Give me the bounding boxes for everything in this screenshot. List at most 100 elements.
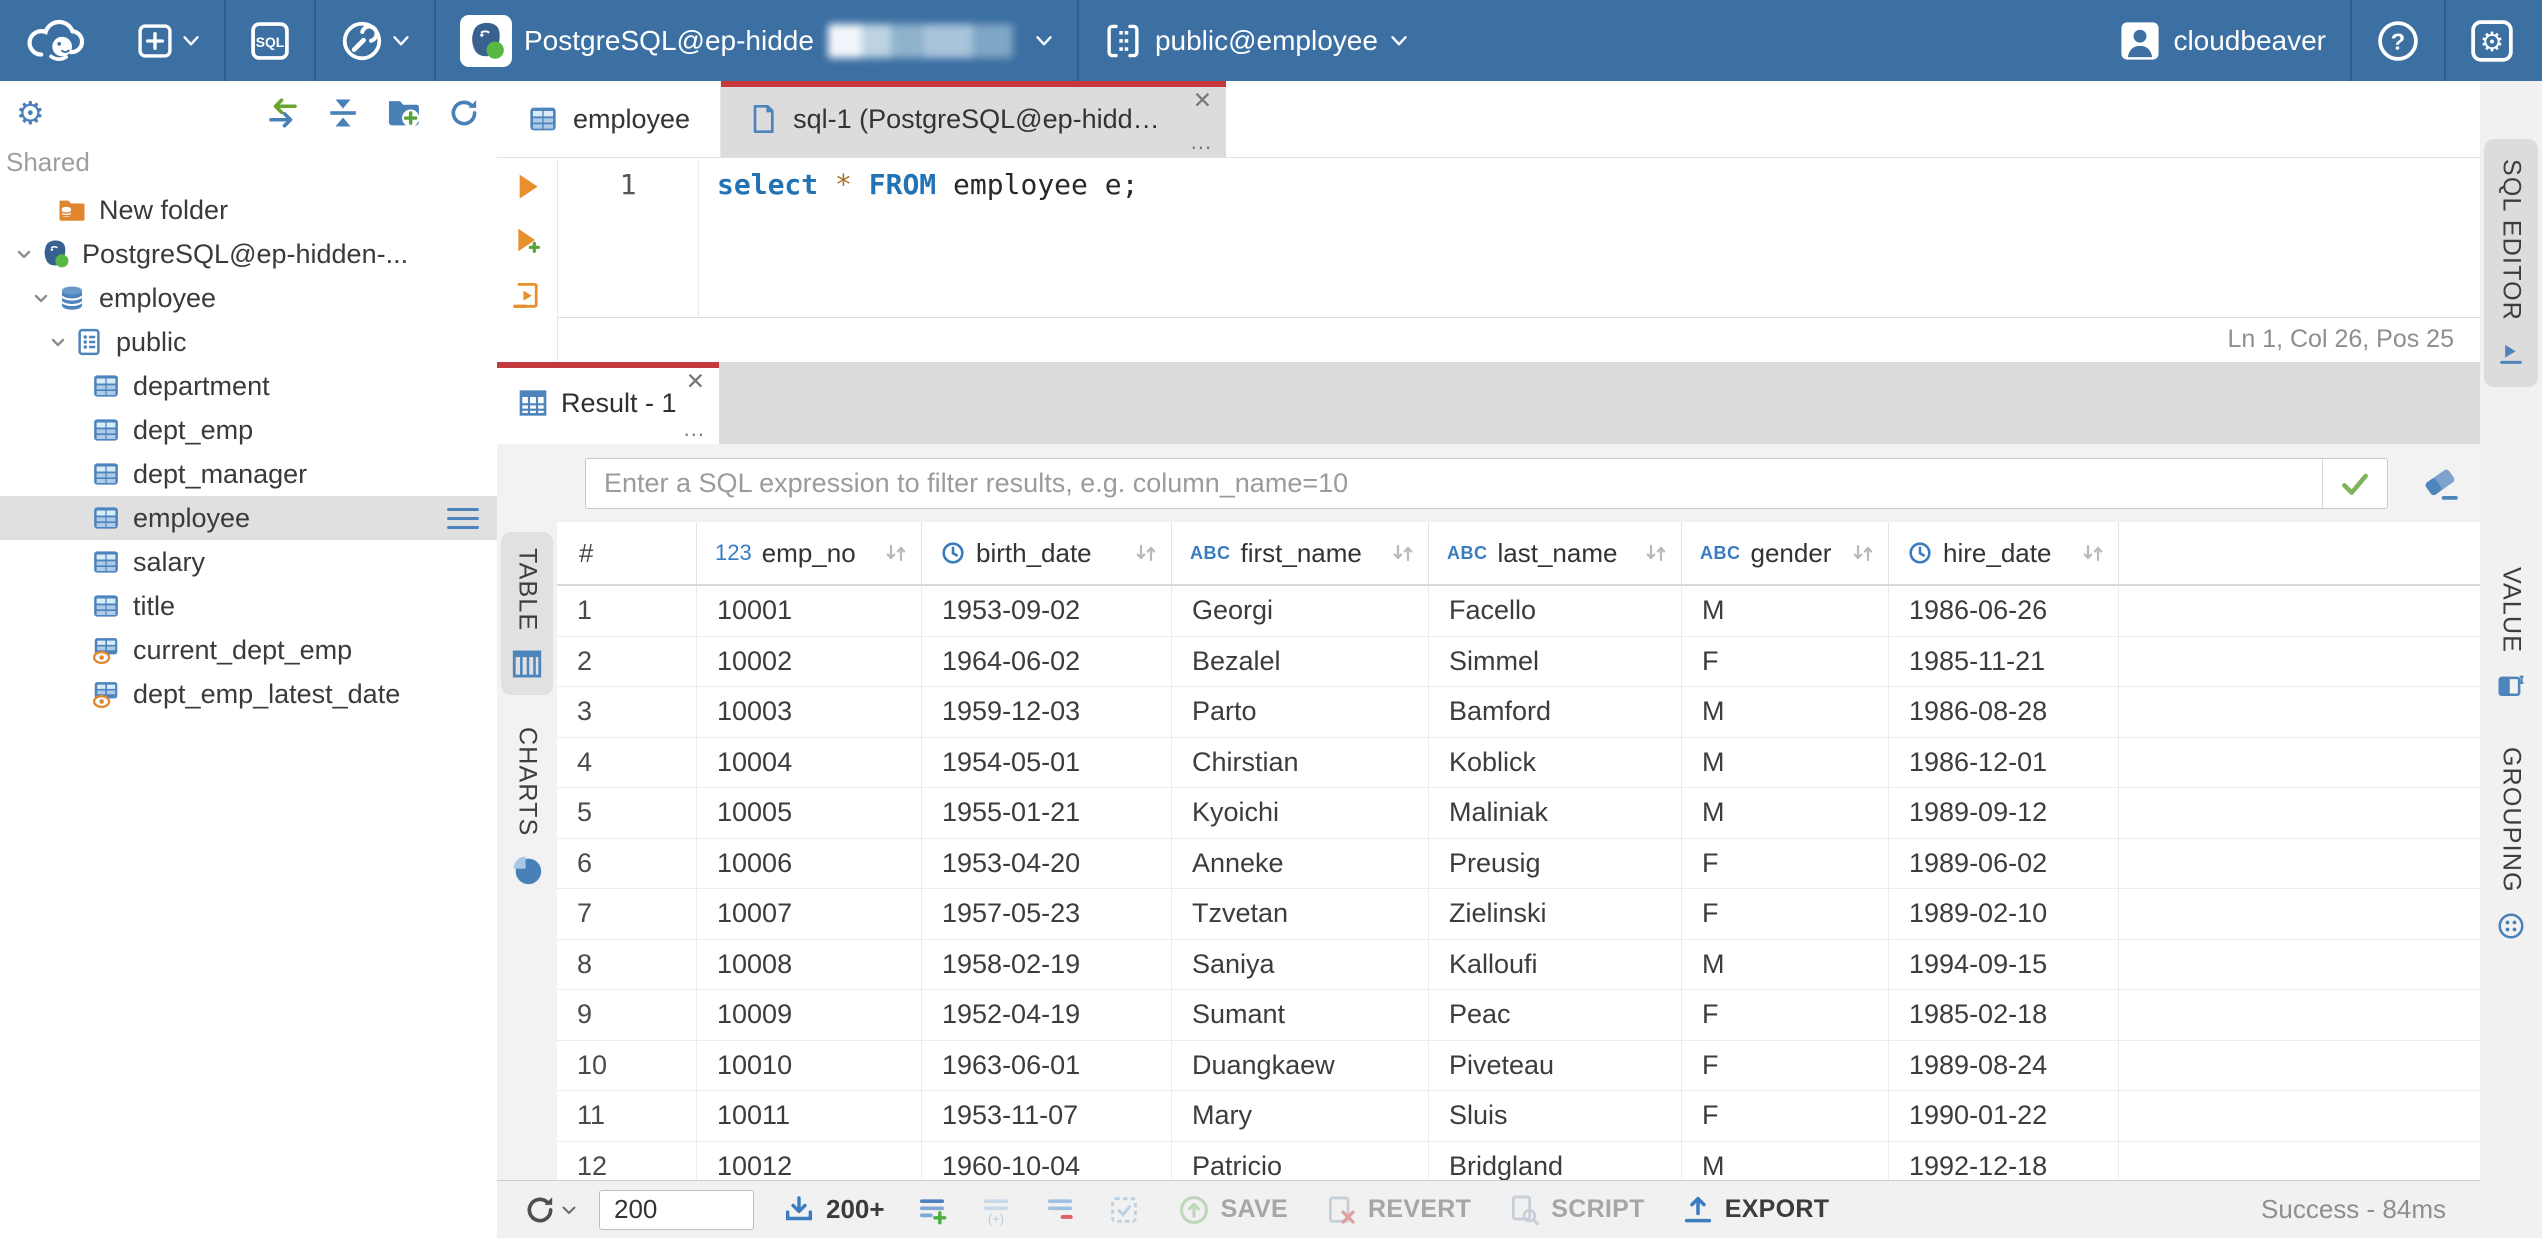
tab-result-1[interactable]: Result - 1 ✕ ... xyxy=(497,362,719,444)
filter-input[interactable] xyxy=(586,459,2322,508)
table-cell[interactable]: 1992-12-18 xyxy=(1889,1141,2119,1180)
tab-sql-editor-vertical[interactable]: SQL EDITOR xyxy=(2484,139,2538,388)
row-number-cell[interactable]: 10 xyxy=(557,1040,697,1090)
column-header-last-name[interactable]: ABC last_name xyxy=(1429,522,1682,584)
tab-sql-1-active[interactable]: sql-1 (PostgreSQL@ep-hidde... ✕ ... xyxy=(721,81,1227,157)
row-number-cell[interactable]: 11 xyxy=(557,1091,697,1141)
table-cell[interactable]: M xyxy=(1682,939,1889,989)
tab-employee[interactable]: employee xyxy=(497,81,722,157)
sort-icon[interactable] xyxy=(1643,541,1669,565)
table-cell[interactable]: 1953-11-07 xyxy=(922,1091,1172,1141)
schema-selector[interactable]: public@employee xyxy=(1079,0,1432,81)
sql-code-area[interactable]: select * FROM employee e; xyxy=(699,158,2480,317)
table-row[interactable]: 3 10003 1959-12-03 Parto Bamford M 1986-08-28 xyxy=(557,687,2480,738)
table-cell[interactable]: 1954-05-01 xyxy=(922,737,1172,787)
table-cell[interactable]: Bamford xyxy=(1429,687,1682,737)
table-row[interactable]: 12 10012 1960-10-04 Patricio Bridgland M 1992-… xyxy=(557,1141,2480,1180)
table-cell[interactable]: 10002 xyxy=(697,636,922,686)
table-cell[interactable]: Preusig xyxy=(1429,838,1682,888)
table-cell[interactable]: Saniya xyxy=(1172,939,1429,989)
tree-item-new-folder[interactable]: New folder xyxy=(0,188,497,232)
refresh-tree-icon[interactable] xyxy=(447,96,481,130)
chevron-down-icon[interactable] xyxy=(46,330,70,354)
tab-grouping-panel[interactable]: GROUPING xyxy=(2484,727,2538,961)
tree-item-table-employee-selected[interactable]: employee xyxy=(0,496,497,540)
tree-item-view-current-dept-emp[interactable]: current_dept_emp xyxy=(0,628,497,672)
add-row-icon[interactable] xyxy=(915,1193,949,1227)
tab-value-panel[interactable]: VALUE xyxy=(2484,547,2538,721)
table-cell[interactable]: 1953-04-20 xyxy=(922,838,1172,888)
table-cell[interactable]: 10007 xyxy=(697,889,922,939)
column-header-hire-date[interactable]: hire_date xyxy=(1889,522,2119,584)
close-result-icon[interactable]: ✕ xyxy=(686,370,705,393)
table-cell[interactable]: Duangkaew xyxy=(1172,1040,1429,1090)
apply-changes-icon[interactable] xyxy=(1107,1193,1141,1227)
table-cell[interactable]: Zielinski xyxy=(1429,889,1682,939)
execute-new-tab-icon[interactable] xyxy=(511,224,543,256)
sort-icon[interactable] xyxy=(883,541,909,565)
row-number-cell[interactable]: 4 xyxy=(557,737,697,787)
table-cell[interactable]: Kyoichi xyxy=(1172,788,1429,838)
table-cell[interactable]: M xyxy=(1682,1141,1889,1180)
sql-editor-button[interactable] xyxy=(226,0,314,81)
column-header-gender[interactable]: ABC gender xyxy=(1682,522,1889,584)
table-row[interactable]: 2 10002 1964-06-02 Bezalel Simmel F 1985-11-21 xyxy=(557,636,2480,687)
table-cell[interactable]: 10009 xyxy=(697,990,922,1040)
table-cell[interactable]: Anneke xyxy=(1172,838,1429,888)
chevron-down-icon[interactable] xyxy=(12,242,36,266)
table-cell[interactable]: 10008 xyxy=(697,939,922,989)
duplicate-row-icon[interactable] xyxy=(979,1193,1013,1227)
sort-icon[interactable] xyxy=(2080,541,2106,565)
app-logo[interactable] xyxy=(0,0,112,81)
table-cell[interactable]: 1989-08-24 xyxy=(1889,1040,2119,1090)
table-cell[interactable]: 10005 xyxy=(697,788,922,838)
table-cell[interactable]: Simmel xyxy=(1429,636,1682,686)
table-cell[interactable]: 1964-06-02 xyxy=(922,636,1172,686)
tab-table-presentation[interactable]: TABLE xyxy=(501,532,553,696)
table-cell[interactable]: Sumant xyxy=(1172,990,1429,1040)
help-button[interactable] xyxy=(2352,0,2444,81)
row-number-cell[interactable]: 12 xyxy=(557,1141,697,1180)
script-button[interactable]: SCRIPT xyxy=(1507,1193,1644,1227)
execute-script-icon[interactable] xyxy=(510,278,544,312)
new-connection-button[interactable] xyxy=(112,0,224,81)
table-cell[interactable]: 1985-02-18 xyxy=(1889,990,2119,1040)
table-row[interactable]: 4 10004 1954-05-01 Chirstian Koblick M 1986-12… xyxy=(557,737,2480,788)
fetch-next-page-button[interactable]: 200+ xyxy=(782,1193,885,1227)
execute-query-icon[interactable] xyxy=(511,170,543,202)
table-cell[interactable]: F xyxy=(1682,1040,1889,1090)
table-cell[interactable]: F xyxy=(1682,838,1889,888)
table-cell[interactable]: 1958-02-19 xyxy=(922,939,1172,989)
table-cell[interactable]: Facello xyxy=(1429,586,1682,636)
row-number-cell[interactable]: 2 xyxy=(557,636,697,686)
table-cell[interactable]: Patricio xyxy=(1172,1141,1429,1180)
row-number-cell[interactable]: 9 xyxy=(557,990,697,1040)
table-cell[interactable]: 1955-01-21 xyxy=(922,788,1172,838)
tree-item-table-dept-emp[interactable]: dept_emp xyxy=(0,408,497,452)
sync-connection-icon[interactable] xyxy=(265,95,301,131)
sort-icon[interactable] xyxy=(1133,541,1159,565)
save-button[interactable]: SAVE xyxy=(1177,1193,1288,1227)
table-cell[interactable]: 1989-02-10 xyxy=(1889,889,2119,939)
clear-filter-button[interactable] xyxy=(2420,462,2462,504)
table-cell[interactable]: M xyxy=(1682,586,1889,636)
table-cell[interactable]: 1953-09-02 xyxy=(922,586,1172,636)
table-cell[interactable]: 1952-04-19 xyxy=(922,990,1172,1040)
row-number-cell[interactable]: 5 xyxy=(557,788,697,838)
table-cell[interactable]: Georgi xyxy=(1172,586,1429,636)
table-cell[interactable]: Bezalel xyxy=(1172,636,1429,686)
new-folder-icon[interactable] xyxy=(385,94,423,132)
tree-item-schema-public[interactable]: public xyxy=(0,320,497,364)
table-cell[interactable]: F xyxy=(1682,1091,1889,1141)
table-row[interactable]: 9 10009 1952-04-19 Sumant Peac F 1985-02-18 xyxy=(557,990,2480,1041)
table-row[interactable]: 10 10010 1963-06-01 Duangkaew Piveteau F 1989-… xyxy=(557,1040,2480,1091)
table-cell[interactable]: 10003 xyxy=(697,687,922,737)
sidebar-settings-icon[interactable]: ⚙ xyxy=(16,97,45,129)
table-cell[interactable]: Kalloufi xyxy=(1429,939,1682,989)
row-number-cell[interactable]: 3 xyxy=(557,687,697,737)
table-cell[interactable]: 1986-12-01 xyxy=(1889,737,2119,787)
tree-item-database-employee[interactable]: employee xyxy=(0,276,497,320)
row-number-cell[interactable]: 7 xyxy=(557,889,697,939)
table-cell[interactable]: 10012 xyxy=(697,1141,922,1180)
table-cell[interactable]: 10010 xyxy=(697,1040,922,1090)
